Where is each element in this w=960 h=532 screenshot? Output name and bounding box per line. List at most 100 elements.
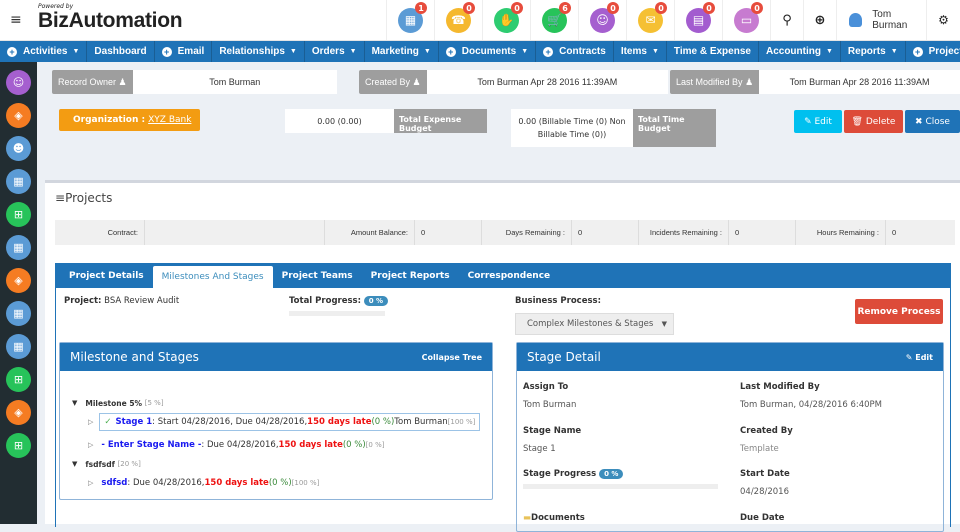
organization-link[interactable]: XYZ Bank xyxy=(148,115,191,125)
notification-handshake[interactable]: ✋ 0 xyxy=(482,0,530,40)
notification-mail[interactable]: ✉ 0 xyxy=(626,0,674,40)
menu-item-label: Activities xyxy=(23,46,68,57)
collapse-tree-link[interactable]: Collapse Tree xyxy=(422,353,482,362)
stage-progress-field: Stage Progress 0 % xyxy=(523,469,718,489)
expense-budget: 0.00 (0.00) Total Expense Budget xyxy=(285,109,487,133)
hamburger-menu-icon[interactable]: ≡ xyxy=(10,12,22,28)
menu-item-contracts[interactable]: + Contracts xyxy=(536,41,614,62)
menu-item-documents[interactable]: + Documents ▼ xyxy=(439,41,537,62)
milestone-node[interactable]: ▼ fsdfsdf [20 %] xyxy=(72,459,141,469)
stage-node[interactable]: ▷ ✓ Stage 1 : Start 04/28/2016, Due 04/2… xyxy=(88,413,481,431)
notification-support[interactable]: ☎ 0 xyxy=(434,0,482,40)
sidebar-cart-icon[interactable]: ⊞ xyxy=(6,367,31,392)
selected-stage[interactable]: ✓ Stage 1 : Start 04/28/2016, Due 04/28/… xyxy=(99,413,481,431)
notification-icons: ▦ 1 ☎ 0 ✋ 0 🛒 6 ☺ 0 ✉ 0 ▤ 0 ▭ 0 xyxy=(386,0,770,40)
stage-node[interactable]: ▷ - Enter Stage Name - : Due 04/28/2016,… xyxy=(88,440,384,450)
folder-add-icon: ▬ xyxy=(523,513,532,523)
menu-item-orders[interactable]: Orders ▼ xyxy=(305,41,365,62)
logo[interactable]: Powered by BizAutomation xyxy=(38,3,183,32)
sidebar-users-icon[interactable]: ☻ xyxy=(6,136,31,161)
sidebar-building-icon[interactable]: ▦ xyxy=(6,301,31,326)
expense-budget-label: Total Expense Budget xyxy=(394,109,487,133)
sidebar-building-icon[interactable]: ▦ xyxy=(6,334,31,359)
sidebar-tag-icon[interactable]: ◈ xyxy=(6,268,31,293)
plus-circle-icon[interactable]: + xyxy=(445,46,456,57)
organization-badge: Organization : XYZ Bank xyxy=(59,109,200,131)
time-budget: 0.00 (Billable Time (0) Non Billable Tim… xyxy=(511,109,716,147)
menu-item-label: Email xyxy=(177,46,205,57)
stage-detail-header: Stage Detail ✎ Edit xyxy=(517,343,943,371)
menu-item-accounting[interactable]: Accounting ▼ xyxy=(759,41,841,62)
delete-button[interactable]: 🗑 Delete xyxy=(844,110,903,133)
menu-item-marketing[interactable]: Marketing ▼ xyxy=(365,41,439,62)
sidebar-cart-icon[interactable]: ⊞ xyxy=(6,202,31,227)
business-process-select[interactable]: Complex Milestones & Stages ▼ xyxy=(515,313,674,335)
time-budget-label: Total Time Budget xyxy=(633,109,716,147)
expand-right-icon[interactable]: ▷ xyxy=(88,441,93,449)
plus-circle-icon[interactable]: + xyxy=(161,46,172,57)
total-progress: Total Progress: 0 % xyxy=(289,296,389,316)
plus-circle-icon[interactable]: + xyxy=(912,46,923,57)
notification-cart[interactable]: 🛒 6 xyxy=(530,0,578,40)
search-icon[interactable]: ⚲ xyxy=(770,0,803,40)
notification-count-badge: 0 xyxy=(655,2,667,14)
plus-circle-icon[interactable]: + xyxy=(7,46,17,57)
stage-node[interactable]: ▷ sdfsd : Due 04/28/2016, 150 days late … xyxy=(88,478,319,488)
list-icon: ≡ xyxy=(55,191,66,205)
user-menu[interactable]: Tom Burman xyxy=(836,0,926,40)
milestone-panel-header: Milestone and Stages Collapse Tree xyxy=(60,343,492,371)
tab-project-details[interactable]: Project Details xyxy=(60,263,153,288)
menu-item-email[interactable]: + Email xyxy=(155,41,213,62)
expand-right-icon[interactable]: ▷ xyxy=(88,479,93,487)
sidebar-tag-icon[interactable]: ◈ xyxy=(6,400,31,425)
menu-item-items[interactable]: Items ▼ xyxy=(614,41,667,62)
days-remaining-value: 0 xyxy=(572,220,639,245)
expand-down-icon[interactable]: ▼ xyxy=(72,399,77,407)
documents-field[interactable]: ▬Documents xyxy=(523,513,585,531)
menu-item-label: Contracts xyxy=(559,46,606,57)
notification-calendar[interactable]: ▤ 0 xyxy=(674,0,722,40)
remove-process-button[interactable]: Remove Process xyxy=(855,299,943,324)
menu-item-dashboard[interactable]: Dashboard xyxy=(87,41,155,62)
projects-title: ≡Projects xyxy=(55,191,113,205)
tab-correspondence[interactable]: Correspondence xyxy=(459,263,560,288)
notification-organizations[interactable]: ▦ 1 xyxy=(386,0,434,40)
notification-count-badge: 0 xyxy=(751,2,763,14)
menu-item-reports[interactable]: Reports ▼ xyxy=(841,41,906,62)
sidebar-cart-icon[interactable]: ⊞ xyxy=(6,433,31,458)
notification-document[interactable]: ▭ 0 xyxy=(722,0,770,40)
caret-down-icon: ▼ xyxy=(423,48,431,55)
settings-gear-icon[interactable]: ⚙ xyxy=(926,0,960,40)
tab-project-teams[interactable]: Project Teams xyxy=(273,263,362,288)
menu-item-label: Accounting xyxy=(765,46,821,57)
notification-count-badge: 6 xyxy=(559,2,571,14)
menu-item-label: Reports xyxy=(847,46,886,57)
zoom-in-icon[interactable]: ⊕ xyxy=(803,0,836,40)
check-icon: ✓ xyxy=(104,417,112,427)
stage-edit-link[interactable]: ✎ Edit xyxy=(906,353,933,362)
notification-contact[interactable]: ☺ 0 xyxy=(578,0,626,40)
contract-value xyxy=(145,220,325,245)
menu-item-time-expense[interactable]: Time & Expense xyxy=(667,41,759,62)
sidebar: ☺ ◈ ☻ ▦ ⊞ ▦ ◈ ▦ ▦ ⊞ ◈ ⊞ xyxy=(0,62,37,524)
sidebar-contacts-icon[interactable]: ☺ xyxy=(6,70,31,95)
milestones-tab-content: Project: BSA Review Audit Total Progress… xyxy=(55,288,951,532)
menu-item-activities[interactable]: + Activities ▼ xyxy=(0,41,88,62)
tab-project-reports[interactable]: Project Reports xyxy=(362,263,459,288)
menu-item-relationships[interactable]: Relationships ▼ xyxy=(212,41,305,62)
plus-circle-icon[interactable]: + xyxy=(543,46,554,57)
sidebar-tag-icon[interactable]: ◈ xyxy=(6,103,31,128)
sidebar-building-icon[interactable]: ▦ xyxy=(6,169,31,194)
sidebar-building-icon[interactable]: ▦ xyxy=(6,235,31,260)
amount-balance-value: 0 xyxy=(415,220,482,245)
expand-down-icon[interactable]: ▼ xyxy=(72,460,77,468)
milestone-node[interactable]: ▼ Milestone 5% [5 %] xyxy=(72,398,164,408)
notification-count-badge: 0 xyxy=(511,2,523,14)
top-bar: ≡ Powered by BizAutomation ▦ 1 ☎ 0 ✋ 0 🛒 6 ☺ 0 ✉ 0 ▤… xyxy=(0,0,960,41)
tab-milestones-and-stages[interactable]: Milestones And Stages xyxy=(152,266,273,288)
edit-button[interactable]: ✎ Edit xyxy=(794,110,842,133)
close-button[interactable]: ✖ Close xyxy=(905,110,960,133)
menu-item-projects[interactable]: + Projects xyxy=(906,41,960,62)
incidents-remaining-value: 0 xyxy=(729,220,796,245)
expand-right-icon[interactable]: ▷ xyxy=(88,418,93,426)
